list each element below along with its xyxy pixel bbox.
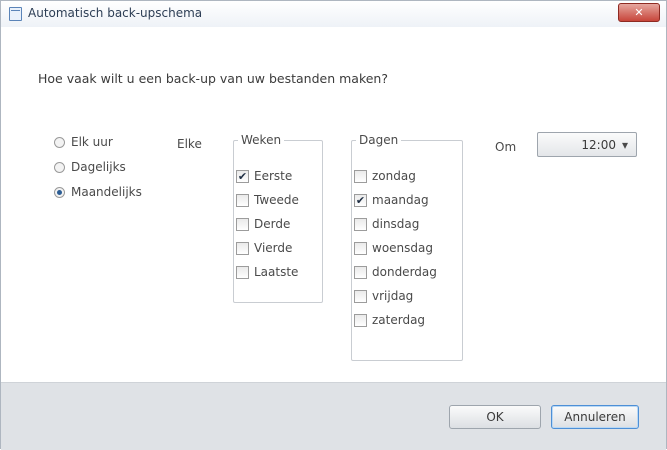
week-last[interactable]: Laatste	[236, 264, 298, 280]
checkbox[interactable]	[236, 241, 249, 255]
radio-label-monthly: Maandelijks	[71, 185, 142, 199]
day-saturday[interactable]: zaterdag	[354, 312, 425, 328]
window-title: Automatisch back-upschema	[28, 6, 203, 20]
week-third[interactable]: Derde	[236, 216, 290, 232]
radio-daily[interactable]: Dagelijks	[54, 159, 126, 175]
day-thursday[interactable]: donderdag	[354, 264, 437, 280]
week-first[interactable]: ✔ Eerste	[236, 168, 292, 184]
day-friday[interactable]: vrijdag	[354, 288, 413, 304]
radio-label-daily: Dagelijks	[71, 160, 126, 174]
every-label: Elke	[177, 137, 202, 151]
day-monday[interactable]: ✔ maandag	[354, 192, 429, 208]
day-label: vrijdag	[372, 289, 414, 303]
checkbox[interactable]	[236, 217, 249, 231]
radio-indicator-selected[interactable]	[54, 186, 65, 198]
radio-monthly[interactable]: Maandelijks	[54, 184, 142, 200]
chevron-down-icon: ▾	[621, 137, 628, 152]
close-button[interactable]: ✕	[618, 3, 660, 22]
time-label: Om	[495, 140, 517, 154]
checkbox[interactable]	[354, 313, 367, 327]
frequency-question: Hoe vaak wilt u een back-up van uw besta…	[38, 71, 388, 86]
radio-indicator[interactable]	[54, 161, 65, 173]
day-label: dinsdag	[372, 217, 420, 231]
day-label: maandag	[372, 193, 429, 207]
day-label: zondag	[372, 169, 416, 183]
day-label: woensdag	[372, 241, 433, 255]
close-icon: ✕	[634, 6, 644, 19]
checkbox-checked[interactable]: ✔	[236, 169, 249, 183]
week-second[interactable]: Tweede	[236, 192, 299, 208]
time-value: 12:00	[581, 137, 616, 152]
ok-button[interactable]: OK	[449, 405, 541, 429]
radio-indicator[interactable]	[54, 136, 65, 148]
window-icon	[9, 7, 22, 21]
checkbox[interactable]	[354, 265, 367, 279]
weeks-legend: Weken	[241, 133, 282, 147]
day-sunday[interactable]: zondag	[354, 168, 416, 184]
day-label: donderdag	[372, 265, 437, 279]
button-bar: OK Annuleren	[1, 382, 666, 450]
week-label: Vierde	[254, 241, 293, 255]
checkbox[interactable]	[236, 193, 249, 207]
radio-label-hourly: Elk uur	[71, 135, 113, 149]
checkbox[interactable]	[354, 217, 367, 231]
time-dropdown[interactable]: 12:00 ▾	[537, 132, 637, 157]
week-label: Derde	[254, 217, 291, 231]
weeks-group: Weken ✔ Eerste Tweede Derde Vierde Laats…	[233, 133, 323, 303]
checkbox[interactable]	[354, 169, 367, 183]
week-label: Tweede	[254, 193, 299, 207]
checkbox[interactable]	[354, 289, 367, 303]
day-label: zaterdag	[372, 313, 426, 327]
cancel-button[interactable]: Annuleren	[551, 405, 639, 429]
checkbox[interactable]	[354, 241, 367, 255]
days-legend: Dagen	[359, 133, 399, 147]
week-label: Laatste	[254, 265, 299, 279]
week-fourth[interactable]: Vierde	[236, 240, 292, 256]
week-label: Eerste	[254, 169, 293, 183]
title-bar[interactable]: Automatisch back-upschema ✕	[1, 1, 666, 27]
day-tuesday[interactable]: dinsdag	[354, 216, 419, 232]
radio-hourly[interactable]: Elk uur	[54, 134, 113, 150]
checkbox[interactable]	[236, 265, 249, 279]
checkbox-checked[interactable]: ✔	[354, 193, 367, 207]
days-group: Dagen zondag ✔ maandag dinsdag woensdag …	[351, 133, 463, 361]
schedule-dialog: Automatisch back-upschema ✕ Hoe vaak wil…	[0, 0, 667, 450]
day-wednesday[interactable]: woensdag	[354, 240, 433, 256]
